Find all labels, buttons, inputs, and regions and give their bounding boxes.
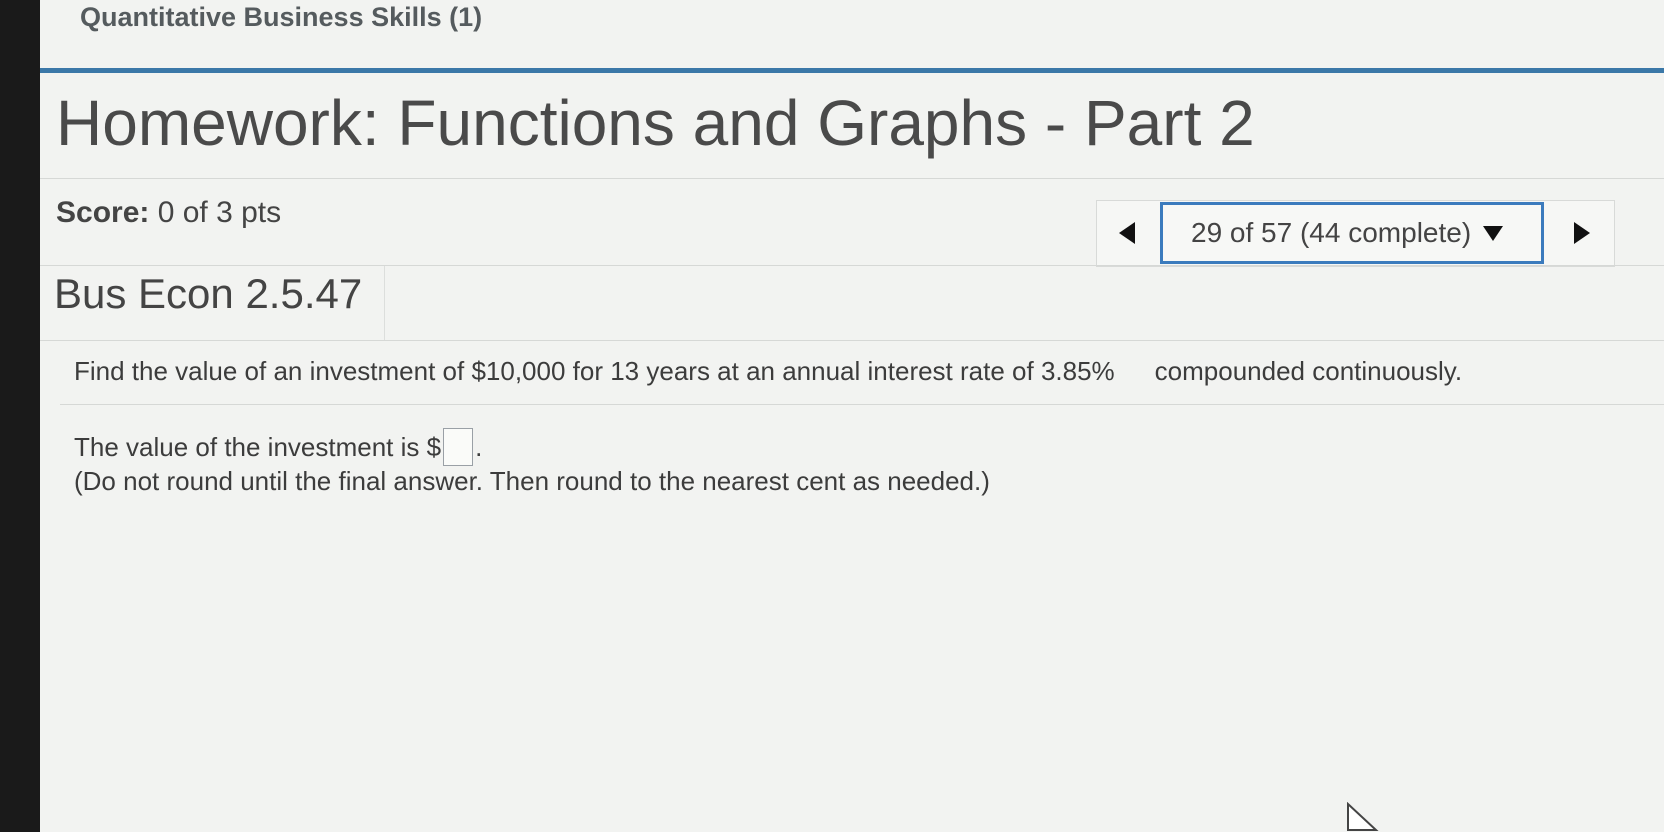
score-display: Score: 0 of 3 pts [56, 196, 281, 230]
triangle-down-icon [1483, 225, 1504, 241]
triangle-left-icon [1119, 221, 1135, 244]
page-title: Homework: Functions and Graphs - Part 2 [56, 87, 1255, 159]
score-label: Score: [56, 196, 150, 229]
divider [60, 404, 1664, 405]
question-prompt: Find the value of an investment of $10,0… [74, 356, 1462, 387]
header-accent-rule [40, 68, 1664, 73]
divider [40, 340, 1664, 341]
answer-input[interactable] [443, 428, 474, 466]
question-id: Bus Econ 2.5.47 [54, 270, 363, 317]
triangle-right-icon [1574, 221, 1590, 244]
question-prompt-text: Find the value of an investment of $10,0… [74, 356, 1115, 386]
rounding-note: (Do not round until the final answer. Th… [74, 466, 990, 496]
answer-line: The value of the investment is $ . [74, 428, 482, 466]
divider [40, 178, 1664, 179]
question-prompt-continuation: compounded continuously. [1154, 356, 1463, 386]
app-window: Quantitative Business Skills (1) Homewor… [40, 0, 1664, 832]
answer-prefix: The value of the investment is $ [74, 431, 442, 462]
next-question-button[interactable] [1551, 200, 1613, 265]
question-selector-label: 29 of 57 (44 complete) [1191, 217, 1472, 248]
question-selector-dropdown[interactable]: 29 of 57 (44 complete) [1160, 202, 1544, 264]
score-value: 0 of 3 pts [157, 196, 282, 229]
previous-question-button[interactable] [1096, 200, 1158, 265]
course-title[interactable]: Quantitative Business Skills (1) [80, 2, 482, 33]
answer-suffix: . [475, 431, 483, 462]
mouse-pointer-icon [1347, 802, 1379, 831]
